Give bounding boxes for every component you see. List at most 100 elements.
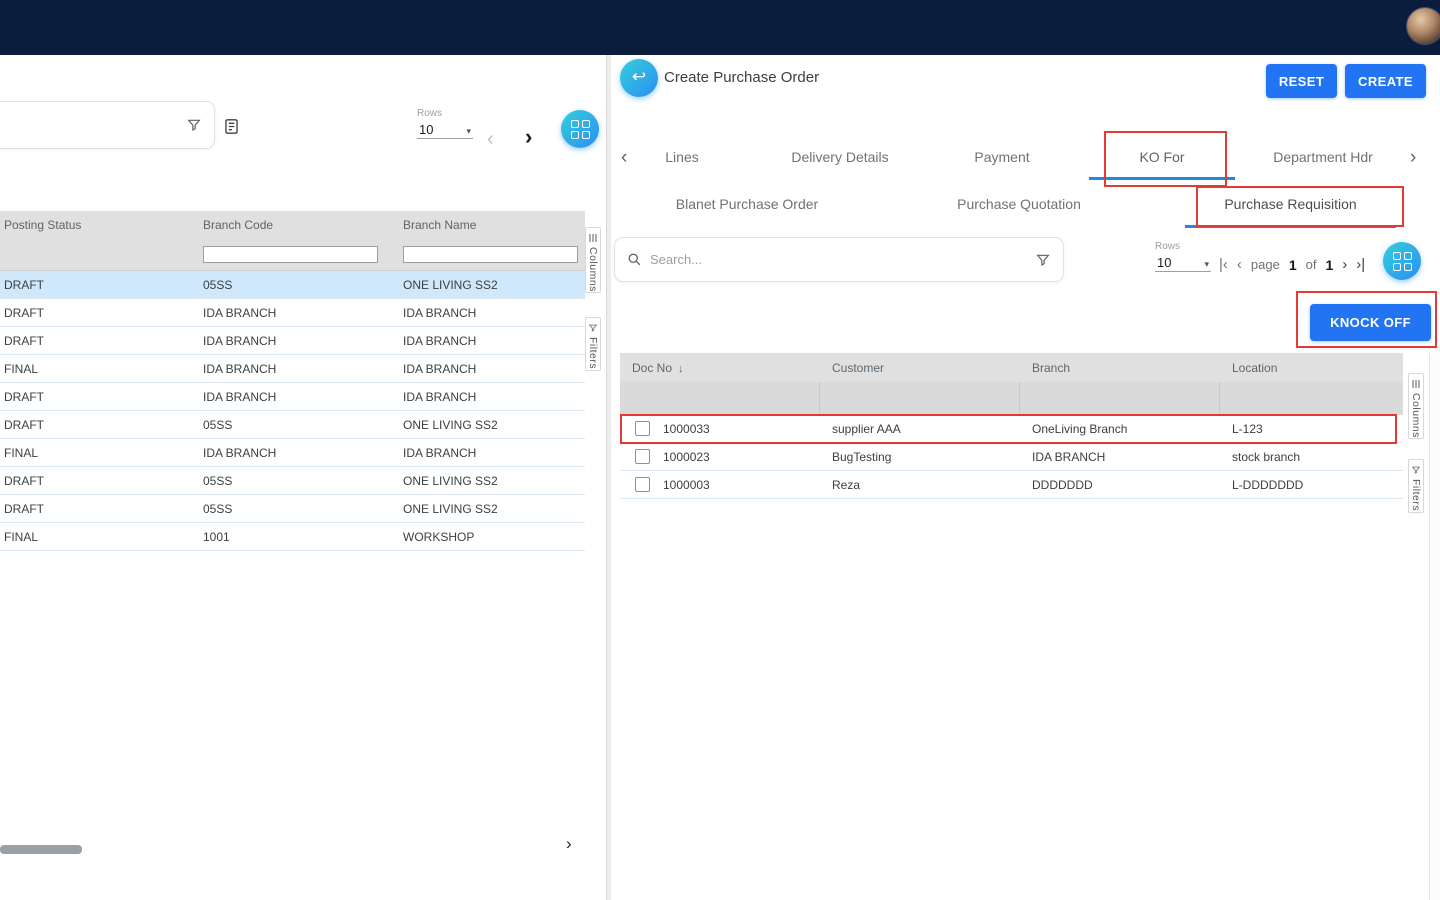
table-row[interactable]: FINAL IDA BRANCH IDA BRANCH bbox=[0, 439, 585, 467]
cell-doc-no: 1000003 bbox=[663, 478, 710, 492]
cell-branch-name: ONE LIVING SS2 bbox=[399, 418, 585, 432]
tabs-scroll-left[interactable]: ‹ bbox=[621, 135, 627, 180]
tab-ko-for[interactable]: KO For bbox=[1089, 135, 1235, 180]
grid-view-button[interactable] bbox=[561, 110, 599, 148]
sort-desc-icon[interactable]: ↓ bbox=[678, 363, 684, 375]
cell-branch: OneLiving Branch bbox=[1020, 422, 1220, 436]
column-header-doc-no[interactable]: Doc No↓ bbox=[620, 361, 820, 375]
table-row[interactable]: DRAFT 05SS ONE LIVING SS2 bbox=[0, 271, 585, 299]
row-checkbox[interactable] bbox=[635, 421, 650, 436]
cell-location: L-DDDDDDD bbox=[1220, 478, 1403, 492]
column-header-branch-code[interactable]: Branch Code bbox=[199, 218, 399, 232]
tabs-scroll-right[interactable]: › bbox=[1410, 135, 1416, 180]
tab-payment[interactable]: Payment bbox=[942, 135, 1062, 180]
table-row[interactable]: FINAL IDA BRANCH IDA BRANCH bbox=[0, 355, 585, 383]
subtab-blanet-purchase-order[interactable]: Blanet Purchase Order bbox=[637, 180, 857, 228]
filter-icon[interactable] bbox=[1035, 252, 1051, 268]
horizontal-scrollbar-thumb[interactable] bbox=[0, 845, 82, 854]
grid-view-button[interactable] bbox=[1383, 242, 1421, 280]
cell-branch-name: ONE LIVING SS2 bbox=[399, 278, 585, 292]
rows-label: Rows bbox=[417, 108, 473, 119]
search-icon bbox=[627, 252, 642, 267]
cell-posting-status: DRAFT bbox=[0, 306, 199, 320]
subtabs-row: Blanet Purchase Order Purchase Quotation… bbox=[611, 180, 1440, 228]
vertical-scrollbar[interactable] bbox=[1429, 353, 1440, 900]
cell-posting-status: FINAL bbox=[0, 362, 199, 376]
cell-branch-name: IDA BRANCH bbox=[399, 390, 585, 404]
cell-branch-name: IDA BRANCH bbox=[399, 334, 585, 348]
table-row[interactable]: DRAFT IDA BRANCH IDA BRANCH bbox=[0, 327, 585, 355]
column-header-customer[interactable]: Customer bbox=[820, 361, 1020, 375]
columns-rail-label: Columns bbox=[587, 247, 599, 292]
cell-branch-code: 05SS bbox=[199, 502, 399, 516]
table-row[interactable]: FINAL 1001 WORKSHOP bbox=[0, 523, 585, 551]
column-header-posting-status[interactable]: Posting Status bbox=[0, 218, 199, 232]
filters-rail-tab[interactable]: Filters bbox=[1408, 459, 1424, 513]
columns-rail-label: Columns bbox=[1410, 393, 1422, 438]
back-button[interactable]: ↩ bbox=[620, 59, 658, 97]
table-row[interactable]: DRAFT 05SS ONE LIVING SS2 bbox=[0, 467, 585, 495]
current-page-number: 1 bbox=[1289, 257, 1297, 273]
branch-code-filter-input[interactable] bbox=[203, 246, 378, 263]
subtab-purchase-quotation[interactable]: Purchase Quotation bbox=[909, 180, 1129, 228]
table-row[interactable]: DRAFT IDA BRANCH IDA BRANCH bbox=[0, 299, 585, 327]
requisition-table-header-row: Doc No↓ Customer Branch Location bbox=[620, 353, 1403, 382]
subtab-purchase-requisition[interactable]: Purchase Requisition bbox=[1185, 180, 1396, 228]
back-icon: ↩ bbox=[632, 67, 646, 87]
tab-lines[interactable]: Lines bbox=[642, 135, 722, 180]
table-row[interactable]: 1000003 Reza DDDDDDD L-DDDDDDD bbox=[620, 471, 1403, 499]
cell-location: L-123 bbox=[1220, 422, 1403, 436]
cell-branch: IDA BRANCH bbox=[1020, 450, 1220, 464]
scroll-right-arrow[interactable]: › bbox=[566, 835, 572, 852]
next-page-button[interactable]: › bbox=[1342, 256, 1347, 273]
create-button[interactable]: CREATE bbox=[1345, 64, 1426, 98]
column-header-branch-name[interactable]: Branch Name bbox=[399, 218, 585, 232]
cell-branch-name: IDA BRANCH bbox=[399, 446, 585, 460]
left-rows-per-page[interactable]: Rows 10 ▾ bbox=[417, 108, 473, 139]
filters-rail-tab[interactable]: Filters bbox=[585, 317, 601, 371]
knock-off-button[interactable]: KNOCK OFF bbox=[1310, 304, 1431, 341]
columns-rail-tab[interactable]: Columns bbox=[1408, 373, 1424, 439]
table-row[interactable]: 1000033 supplier AAA OneLiving Branch L-… bbox=[620, 415, 1403, 443]
grip-icon bbox=[1411, 379, 1421, 389]
column-header-branch[interactable]: Branch bbox=[1020, 361, 1220, 375]
last-page-button[interactable]: ›| bbox=[1356, 256, 1365, 273]
grid-icon bbox=[571, 120, 590, 139]
filters-rail-label: Filters bbox=[587, 337, 599, 369]
left-table-header-row: Posting Status Branch Code Branch Name bbox=[0, 211, 585, 238]
filter-icon bbox=[588, 323, 598, 333]
page-title: Create Purchase Order bbox=[664, 69, 819, 86]
document-icon[interactable] bbox=[222, 117, 241, 136]
column-header-location[interactable]: Location bbox=[1220, 361, 1403, 375]
requisition-search-input[interactable] bbox=[650, 252, 1027, 267]
user-avatar[interactable] bbox=[1407, 8, 1440, 44]
branch-name-filter-input[interactable] bbox=[403, 246, 578, 263]
tab-department-hdr[interactable]: Department Hdr bbox=[1238, 135, 1408, 180]
table-row[interactable]: DRAFT 05SS ONE LIVING SS2 bbox=[0, 411, 585, 439]
table-row[interactable]: 1000023 BugTesting IDA BRANCH stock bran… bbox=[620, 443, 1403, 471]
cell-branch-code: IDA BRANCH bbox=[199, 390, 399, 404]
table-row[interactable]: DRAFT 05SS ONE LIVING SS2 bbox=[0, 495, 585, 523]
tab-delivery-details[interactable]: Delivery Details bbox=[755, 135, 925, 180]
cell-posting-status: DRAFT bbox=[0, 474, 199, 488]
cell-posting-status: DRAFT bbox=[0, 334, 199, 348]
row-checkbox[interactable] bbox=[635, 477, 650, 492]
first-page-button[interactable]: |‹ bbox=[1219, 256, 1228, 273]
right-rows-per-page[interactable]: Rows 10 ▾ bbox=[1155, 241, 1211, 272]
cell-posting-status: DRAFT bbox=[0, 418, 199, 432]
table-row[interactable]: DRAFT IDA BRANCH IDA BRANCH bbox=[0, 383, 585, 411]
cell-customer: supplier AAA bbox=[820, 422, 1020, 436]
prev-page-button[interactable]: ‹ bbox=[487, 129, 494, 149]
grid-icon bbox=[1393, 252, 1412, 271]
filter-icon[interactable] bbox=[186, 117, 202, 133]
cell-customer: BugTesting bbox=[820, 450, 1020, 464]
prev-page-button[interactable]: ‹ bbox=[1237, 256, 1242, 273]
left-search-input[interactable] bbox=[0, 118, 178, 133]
page-word: page bbox=[1251, 257, 1280, 272]
total-pages-number: 1 bbox=[1325, 257, 1333, 273]
row-checkbox[interactable] bbox=[635, 449, 650, 464]
columns-rail-tab[interactable]: Columns bbox=[585, 227, 601, 293]
rows-value: 10 bbox=[1157, 255, 1171, 270]
reset-button[interactable]: RESET bbox=[1266, 64, 1337, 98]
next-page-button[interactable]: › bbox=[525, 126, 532, 148]
